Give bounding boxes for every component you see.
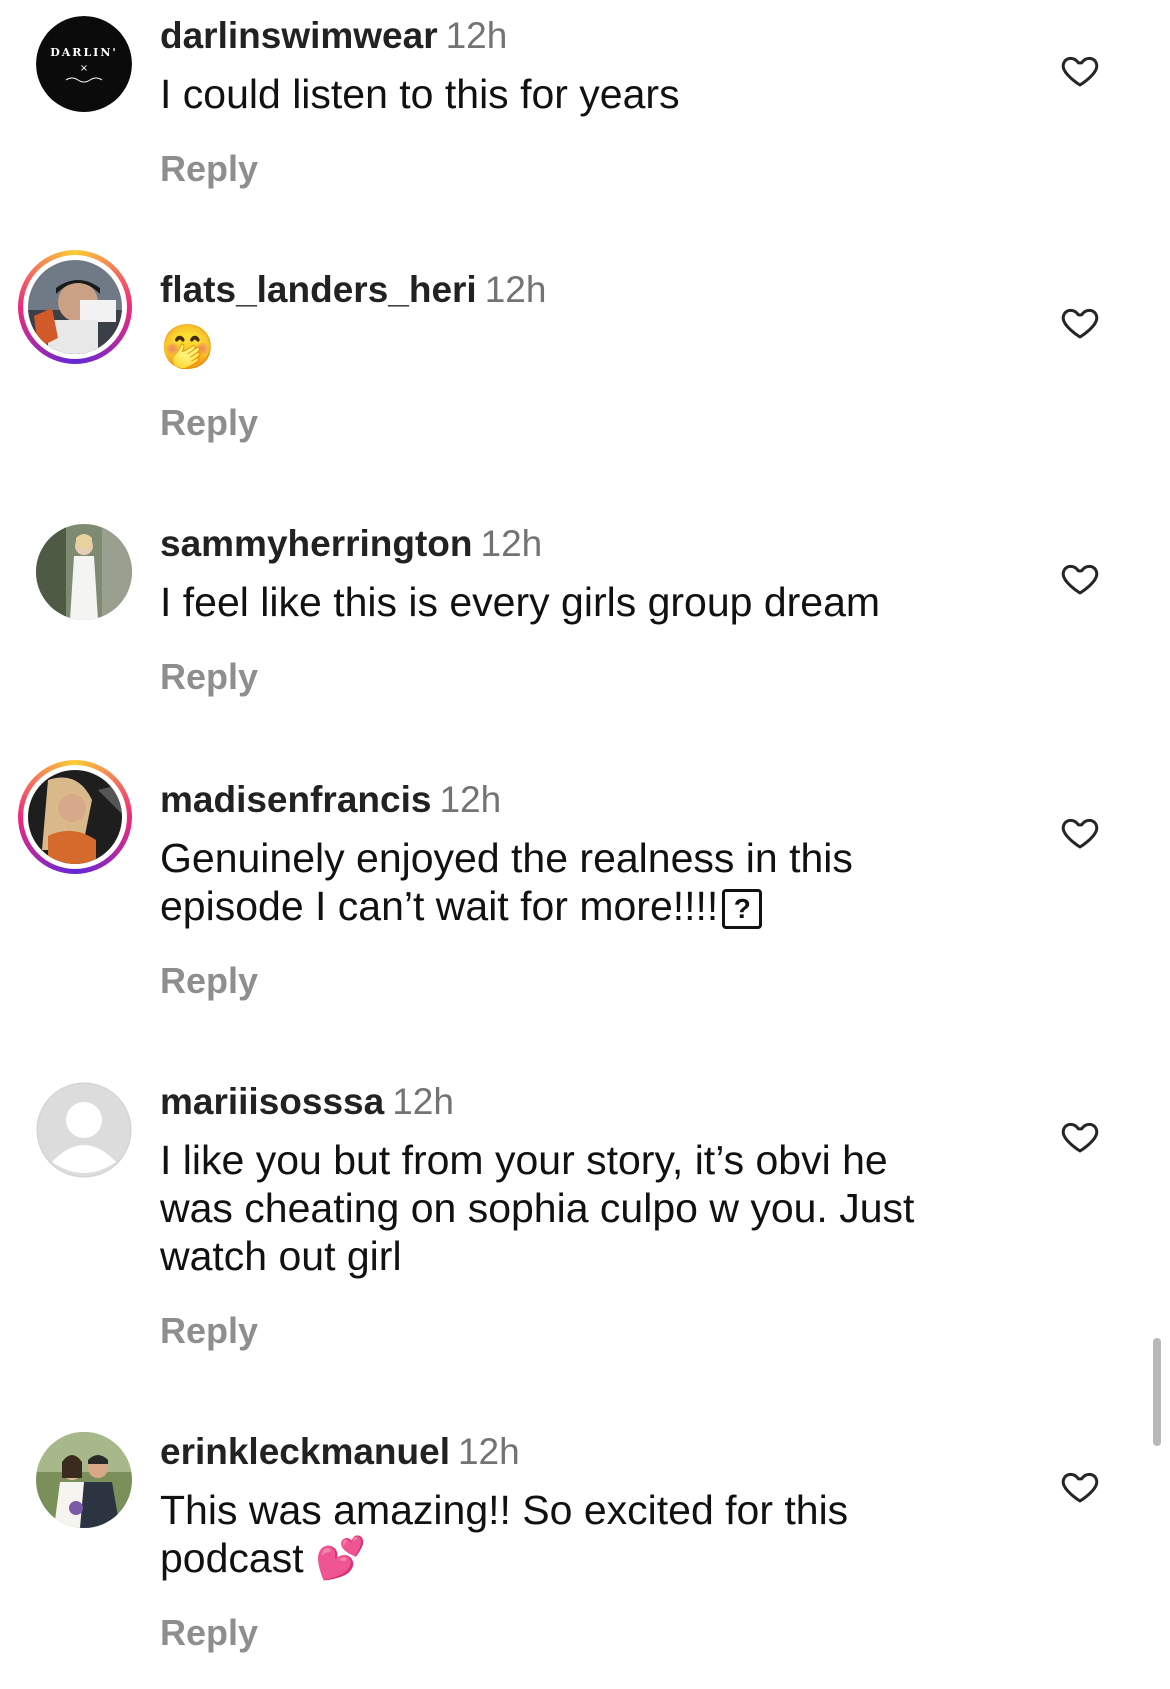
comment-content: sammyherrington 12h I feel like this is e…	[160, 522, 1020, 698]
avatar[interactable]	[36, 524, 132, 620]
comment-text: I like you but from your story, it’s obv…	[160, 1137, 915, 1279]
timestamp: 12h	[484, 269, 547, 310]
heart-outline-icon[interactable]	[1060, 50, 1100, 90]
username-link[interactable]: mariiisosssa	[160, 1081, 384, 1122]
username-link[interactable]: erinkleckmanuel	[160, 1431, 450, 1472]
timestamp: 12h	[439, 779, 502, 820]
comment-header: mariiisosssa 12h	[160, 1080, 1020, 1124]
scrollbar-thumb[interactable]	[1153, 1338, 1161, 1446]
heart-outline-icon[interactable]	[1060, 1116, 1100, 1156]
comment-text: This was amazing!! So excited for this p…	[160, 1487, 849, 1581]
timestamp: 12h	[457, 1431, 520, 1472]
person-silhouette-icon	[36, 1082, 132, 1178]
comment-header: erinkleckmanuel 12h	[160, 1430, 1020, 1474]
timestamp: 12h	[392, 1081, 454, 1122]
comment-header: sammyherrington 12h	[160, 522, 1020, 566]
avatar[interactable]	[36, 1432, 132, 1528]
comment-header: flats_landers_heri 12h	[160, 268, 1020, 312]
reply-button[interactable]: Reply	[160, 656, 1020, 698]
comment-text: I feel like this is every girls group dr…	[160, 579, 881, 625]
timestamp: 12h	[480, 523, 543, 564]
comment-content: flats_landers_heri 12h 🤭 Reply	[160, 268, 1020, 444]
comment-text: 🤭	[160, 323, 215, 372]
reply-button[interactable]: Reply	[160, 1612, 1020, 1654]
reply-button[interactable]: Reply	[160, 148, 1020, 190]
comment-header: darlinswimwear 12h	[160, 14, 1020, 58]
heart-outline-icon[interactable]	[1060, 812, 1100, 852]
username-link[interactable]: flats_landers_heri	[160, 269, 477, 310]
unknown-glyph-icon: ?	[722, 889, 763, 930]
avatar-brand-text: DARLIN'	[50, 46, 118, 59]
avatar	[28, 770, 122, 864]
comment-text: I could listen to this for years	[160, 71, 680, 117]
username-link[interactable]: madisenfrancis	[160, 779, 431, 820]
username-link[interactable]: darlinswimwear	[160, 15, 438, 56]
avatar-with-story-ring[interactable]	[18, 250, 132, 364]
comment-text: Genuinely enjoyed the realness in this e…	[160, 834, 1020, 930]
comment-content: madisenfrancis 12h Genuinely enjoyed the …	[160, 778, 1020, 1002]
heart-outline-icon[interactable]	[1060, 1466, 1100, 1506]
avatar-with-story-ring[interactable]	[18, 760, 132, 874]
comment-content: erinkleckmanuel 12h This was amazing!! So…	[160, 1430, 1020, 1654]
avatar-brand-sub: ×	[80, 63, 88, 74]
heart-outline-icon[interactable]	[1060, 558, 1100, 598]
username-link[interactable]: sammyherrington	[160, 523, 473, 564]
avatar[interactable]: DARLIN' ×	[36, 16, 132, 112]
comment-content: darlinswimwear 12h I could listen to this…	[160, 14, 1020, 190]
timestamp: 12h	[445, 15, 508, 56]
avatar	[28, 260, 122, 354]
comment-header: madisenfrancis 12h	[160, 778, 1020, 822]
reply-button[interactable]: Reply	[160, 402, 1020, 444]
heart-outline-icon[interactable]	[1060, 302, 1100, 342]
comment-content: mariiisosssa 12h I like you but from your…	[160, 1080, 1020, 1352]
reply-button[interactable]: Reply	[160, 960, 1020, 1002]
reply-button[interactable]: Reply	[160, 1310, 1020, 1352]
default-avatar[interactable]	[36, 1082, 132, 1178]
